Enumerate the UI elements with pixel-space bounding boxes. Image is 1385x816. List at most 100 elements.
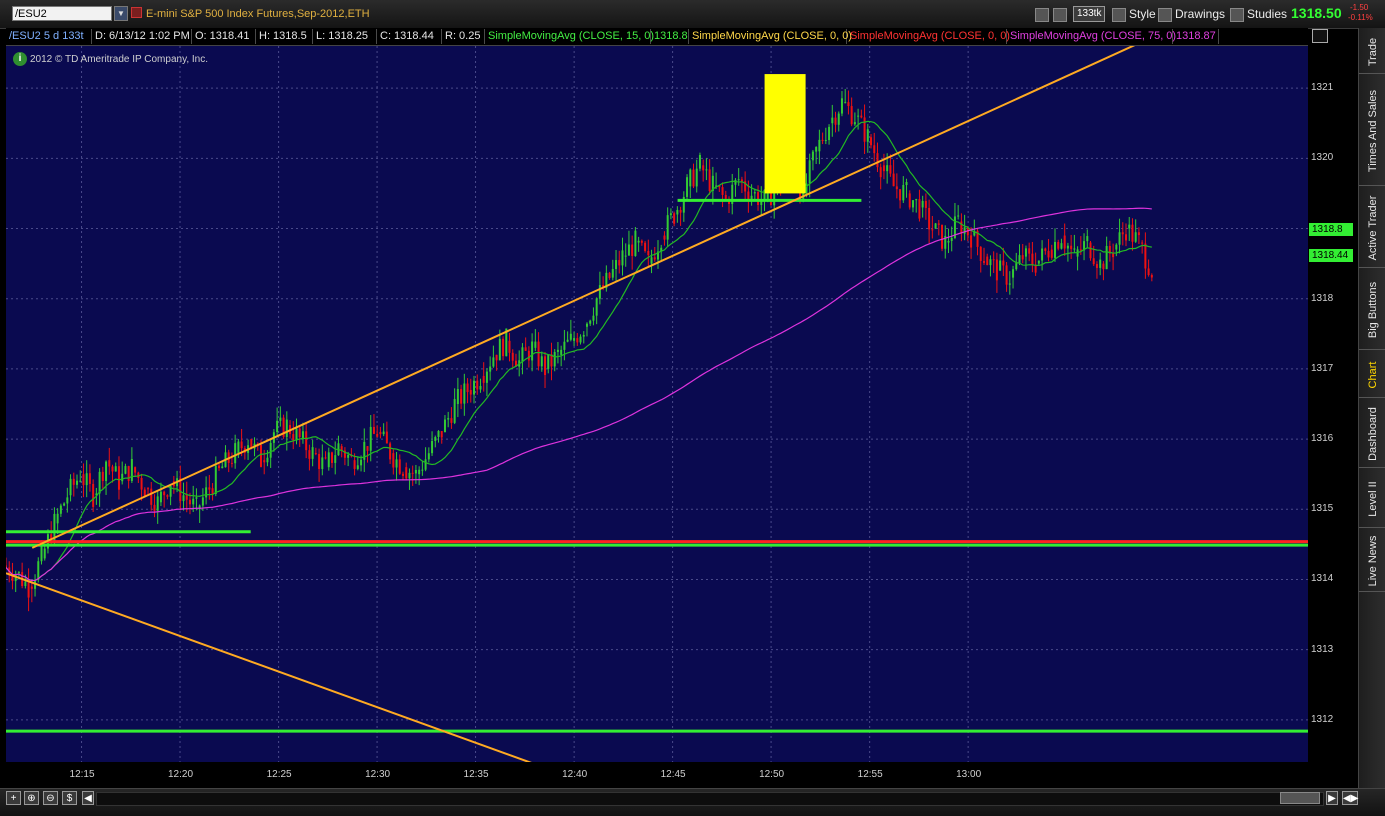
tab-live-news[interactable]: Live News bbox=[1359, 530, 1385, 592]
candle-body bbox=[460, 389, 463, 404]
symbol-list-icon[interactable] bbox=[131, 7, 142, 18]
candle-body bbox=[553, 351, 556, 367]
candle-body bbox=[527, 350, 530, 361]
candle-body bbox=[753, 192, 756, 194]
candle-body bbox=[1024, 248, 1027, 257]
study-sma15-label[interactable]: SimpleMovingAvg (CLOSE, 15, 0) bbox=[485, 29, 654, 44]
time-tick-label: 12:55 bbox=[857, 769, 883, 780]
trend-icon[interactable] bbox=[1312, 29, 1328, 43]
candle-body bbox=[937, 223, 940, 225]
chart-background bbox=[6, 46, 1308, 762]
study-sma-yellow-label[interactable]: SimpleMovingAvg (CLOSE, 0, 0) bbox=[689, 29, 852, 44]
candle-body bbox=[389, 443, 392, 460]
candle-body bbox=[437, 431, 440, 438]
aggregation-badge[interactable]: 133tk bbox=[1073, 6, 1106, 22]
bar-low: L: 1318.25 bbox=[313, 29, 377, 44]
info-icon[interactable]: i bbox=[13, 52, 27, 66]
candle-body bbox=[127, 466, 130, 481]
candle-body bbox=[1012, 269, 1015, 278]
candle-body bbox=[92, 483, 95, 507]
percent-change: -0.11% bbox=[1348, 13, 1373, 22]
expand-icon[interactable]: ◀▶ bbox=[1342, 791, 1358, 805]
candle-body bbox=[524, 347, 527, 351]
drawings-button[interactable]: Drawings bbox=[1158, 6, 1225, 22]
candle-body bbox=[595, 298, 598, 316]
candle-body bbox=[815, 147, 818, 152]
tab-chart[interactable]: Chart bbox=[1359, 352, 1385, 398]
symbol-input[interactable]: /ESU2 bbox=[12, 6, 112, 21]
study-sma75-label[interactable]: SimpleMovingAvg (CLOSE, 75, 0) bbox=[1007, 29, 1176, 44]
candle-body bbox=[621, 250, 624, 266]
chart-settings-icon[interactable] bbox=[1053, 6, 1070, 22]
candle-body bbox=[1150, 275, 1153, 278]
candle-body bbox=[1141, 242, 1144, 244]
tab-times-and-sales[interactable]: Times And Sales bbox=[1359, 76, 1385, 186]
candle-body bbox=[547, 354, 550, 369]
candle-body bbox=[201, 497, 204, 506]
candle-body bbox=[134, 467, 137, 473]
candle-body bbox=[834, 117, 837, 125]
candle-body bbox=[334, 455, 337, 463]
price-tick-label: 1313 bbox=[1311, 643, 1334, 655]
tab-level-ii[interactable]: Level II bbox=[1359, 470, 1385, 528]
candle-body bbox=[840, 98, 843, 114]
highlight-box bbox=[764, 74, 806, 194]
candle-body bbox=[489, 366, 492, 372]
candle-body bbox=[924, 200, 927, 208]
tab-trade[interactable]: Trade bbox=[1359, 30, 1385, 74]
tab-dashboard[interactable]: Dashboard bbox=[1359, 400, 1385, 468]
sma15-price-tag: 1318.8 bbox=[1309, 223, 1353, 236]
candle-body bbox=[611, 269, 614, 278]
zoom-in-icon[interactable]: ⊕ bbox=[24, 791, 39, 805]
candle-body bbox=[1147, 268, 1150, 276]
price-chart[interactable] bbox=[5, 31, 1308, 784]
candle-body bbox=[402, 473, 405, 476]
candle-body bbox=[63, 503, 66, 506]
candle-body bbox=[456, 389, 459, 404]
candle-body bbox=[424, 459, 427, 470]
candle-body bbox=[305, 431, 308, 451]
scroll-left-icon[interactable]: ◀ bbox=[82, 791, 94, 805]
study-sma-red-label[interactable]: SimpleMovingAvg (CLOSE, 0, 0) bbox=[847, 29, 1010, 44]
symbol-dropdown-icon[interactable]: ▼ bbox=[114, 6, 128, 21]
candle-body bbox=[27, 581, 30, 598]
candle-body bbox=[43, 548, 46, 559]
chart-tools-icon[interactable] bbox=[1035, 6, 1052, 22]
tab-label: Dashboard bbox=[1366, 406, 1379, 461]
time-axis[interactable]: 12:15 12:20 12:25 12:30 12:35 12:40 12:45 12:50… bbox=[6, 762, 1308, 788]
candle-body bbox=[469, 389, 472, 395]
studies-button[interactable]: Studies bbox=[1230, 6, 1287, 22]
horizontal-scrollbar[interactable] bbox=[96, 792, 1324, 806]
candle-body bbox=[598, 285, 601, 299]
tab-active-trader[interactable]: Active Trader bbox=[1359, 188, 1385, 268]
tab-big-buttons[interactable]: Big Buttons bbox=[1359, 270, 1385, 350]
candle-body bbox=[392, 453, 395, 468]
candle-body bbox=[318, 453, 321, 469]
price-tick-label: 1317 bbox=[1311, 362, 1334, 374]
candle-body bbox=[450, 418, 453, 423]
bar-date: D: 6/13/12 1:02 PM bbox=[92, 29, 192, 44]
candle-body bbox=[414, 469, 417, 474]
candle-body bbox=[330, 452, 333, 463]
zoom-out-icon[interactable]: ⊖ bbox=[43, 791, 58, 805]
crosshair-icon[interactable]: + bbox=[6, 791, 21, 805]
candle-body bbox=[292, 434, 295, 441]
scrollbar-thumb[interactable] bbox=[1280, 792, 1320, 804]
chart-period[interactable]: /ESU2 5 d 133t bbox=[6, 29, 92, 44]
candle-body bbox=[979, 246, 982, 262]
pencil-icon bbox=[1158, 7, 1172, 22]
tab-label: Chart bbox=[1366, 361, 1379, 388]
price-axis[interactable]: 1312131313141315131613171318131913201321 bbox=[1308, 46, 1356, 762]
style-button[interactable]: Style bbox=[1112, 6, 1156, 22]
candle-body bbox=[818, 139, 821, 152]
style-label: Style bbox=[1129, 7, 1156, 21]
scroll-right-icon[interactable]: ▶ bbox=[1326, 791, 1338, 805]
candle-body bbox=[114, 466, 117, 472]
candle-body bbox=[427, 453, 430, 460]
candle-body bbox=[902, 185, 905, 201]
time-tick-label: 12:15 bbox=[69, 769, 95, 780]
candle-body bbox=[1112, 253, 1115, 258]
candle-body bbox=[982, 261, 985, 263]
time-tick-label: 12:50 bbox=[759, 769, 785, 780]
dollar-icon[interactable]: $ bbox=[62, 791, 77, 805]
